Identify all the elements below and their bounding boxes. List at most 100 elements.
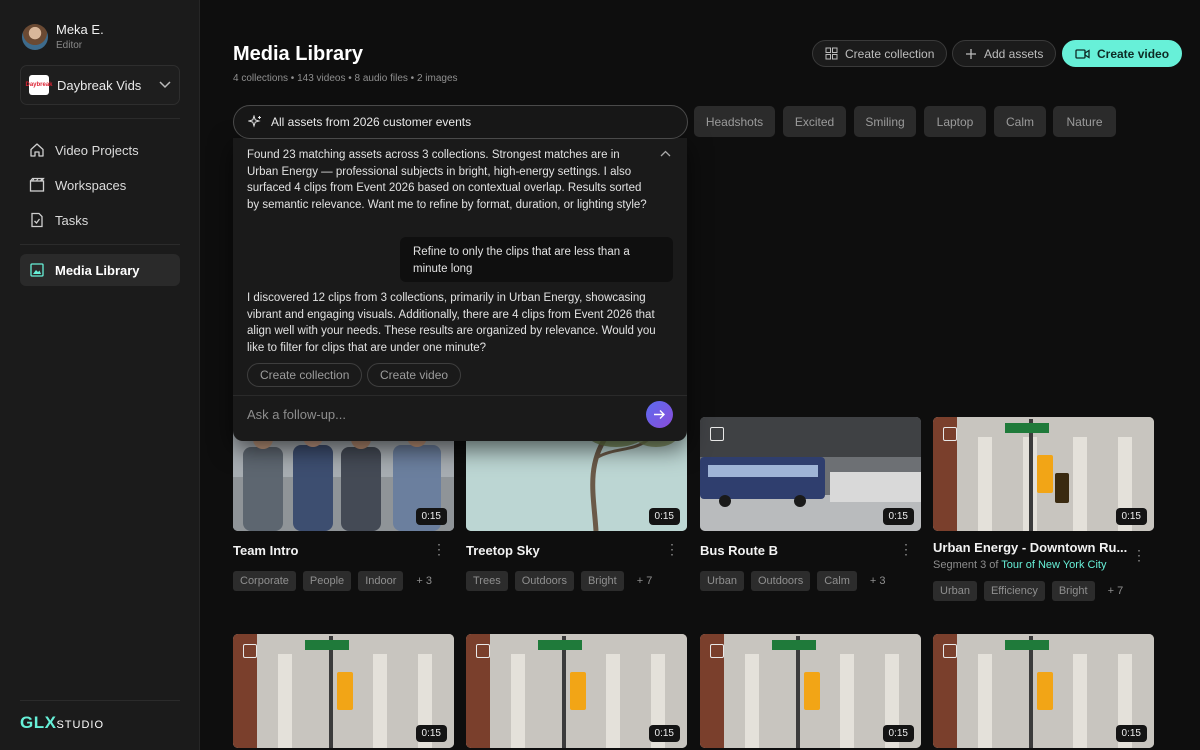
tag[interactable]: Bright [1051,581,1095,601]
filter-chip-nature[interactable]: Nature [1053,106,1116,137]
duration-badge: 0:15 [648,508,680,525]
ai-response: I discovered 12 clips from 3 collections… [247,292,656,354]
create-video-button[interactable]: Create video [1062,40,1183,67]
brand-logo: GLXSTUDIO [20,713,105,732]
tag[interactable]: Urban [933,581,977,601]
more-options-icon[interactable]: ⋮ [899,542,913,556]
button-label: Create video [1097,46,1170,61]
arrow-right-icon [654,410,665,419]
create-collection-button[interactable]: Create collection [812,40,948,67]
tag[interactable]: Outdoors [750,571,811,591]
ai-create-video-button[interactable]: Create video [367,363,462,387]
nav-label: Media Library [55,262,140,278]
grid-icon [825,47,838,60]
more-tags[interactable]: + 3 [416,571,432,591]
media-card[interactable]: 0:15 [466,634,687,748]
more-tags[interactable]: + 3 [870,571,886,591]
tag[interactable]: Outdoors [514,571,574,591]
nav-item-media-library[interactable]: Media Library [20,254,180,286]
select-checkbox[interactable] [710,644,724,658]
select-checkbox[interactable] [243,644,257,658]
select-checkbox[interactable] [943,644,957,658]
filter-chip-headshots[interactable]: Headshots [694,106,775,137]
nav-label: Tasks [55,212,89,228]
duration-badge: 0:15 [882,725,914,742]
tag[interactable]: Indoor [358,571,404,591]
duration-badge: 0:15 [415,508,447,525]
user-role: Editor [56,40,83,51]
task-doc-icon [28,211,46,229]
collection-link[interactable]: Tour of New York City [1001,559,1106,571]
plus-icon [965,48,977,60]
divider [233,395,687,396]
nav-item-video-projects[interactable]: Video Projects [20,134,180,166]
image-icon [28,261,46,279]
video-thumbnail[interactable]: 0:15 [233,634,454,748]
media-card[interactable]: 0:15 [700,634,921,748]
send-button[interactable] [646,401,673,428]
select-checkbox[interactable] [943,427,957,441]
duration-badge: 0:15 [882,508,914,525]
tag[interactable]: Urban [700,571,744,591]
button-label: Create collection [845,46,935,61]
clapperboard-icon [28,176,46,194]
video-thumbnail[interactable]: 0:15 [700,417,921,531]
page-title: Media Library [233,43,364,65]
duration-badge: 0:15 [648,725,680,742]
tag-list: Urban Outdoors Calm + 3 [700,571,886,591]
nav-item-tasks[interactable]: Tasks [20,204,180,236]
tag[interactable]: People [302,571,352,591]
filter-chip-calm[interactable]: Calm [994,106,1046,137]
tag[interactable]: Bright [580,571,624,591]
follow-up-input[interactable] [247,404,627,424]
user-message: Refine to only the clips that are less t… [400,237,673,282]
more-options-icon[interactable]: ⋮ [665,542,679,556]
avatar [22,23,48,50]
video-thumbnail[interactable]: 0:15 [700,634,921,748]
card-title: Treetop Sky [466,543,540,558]
tag[interactable]: Trees [466,571,508,591]
chevron-up-icon[interactable] [660,150,671,157]
select-checkbox[interactable] [476,644,490,658]
more-tags[interactable]: + 7 [1108,581,1124,601]
nav-label: Workspaces [55,177,127,193]
user-name: Meka E. [56,22,104,37]
duration-badge: 0:15 [1115,725,1147,742]
more-options-icon[interactable]: ⋮ [1132,548,1146,562]
workspace-name: Daybreak Vids [57,77,142,93]
segment-info: Segment 3 of Tour of New York City [933,559,1107,571]
ai-search-bar[interactable]: All assets from 2026 customer events [233,105,688,139]
more-options-icon[interactable]: ⋮ [432,542,446,556]
add-assets-button[interactable]: Add assets [952,40,1057,67]
divider [20,700,180,701]
filter-chip-smiling[interactable]: Smiling [854,106,916,137]
divider [20,118,180,119]
nav-label: Video Projects [55,142,139,158]
tag[interactable]: Corporate [233,571,296,591]
nav-item-workspaces[interactable]: Workspaces [20,169,180,201]
video-thumbnail[interactable]: 0:15 [466,634,687,748]
ai-create-collection-button[interactable]: Create collection [247,363,363,387]
media-card[interactable]: 0:15 [233,634,454,748]
workspace-selector[interactable]: Daybreak Daybreak Vids [20,65,180,105]
page-subtitle: 4 collections • 143 videos • 8 audio fil… [233,73,458,84]
filter-chip-laptop[interactable]: Laptop [924,106,986,137]
media-card[interactable]: 0:15 [933,634,1154,748]
tag[interactable]: Efficiency [983,581,1045,601]
tag-list: Corporate People Indoor + 3 [233,571,432,591]
card-title: Urban Energy - Downtown Ru... [933,540,1128,555]
user-profile[interactable]: Meka E. Editor [22,22,104,51]
tag-list: Urban Efficiency Bright + 7 [933,581,1123,601]
sidebar: Meka E. Editor Daybreak Daybreak Vids Vi… [0,0,200,750]
chevron-down-icon [159,81,171,89]
filter-chip-excited[interactable]: Excited [783,106,846,137]
more-tags[interactable]: + 7 [637,571,653,591]
select-checkbox[interactable] [710,427,724,441]
video-thumbnail[interactable]: 0:15 [933,417,1154,531]
duration-badge: 0:15 [415,725,447,742]
media-card[interactable]: 0:15 Urban Energy - Downtown Ru... ⋮ Seg… [933,417,1154,601]
video-thumbnail[interactable]: 0:15 [933,634,1154,748]
tag[interactable]: Calm [817,571,857,591]
ai-query-text: All assets from 2026 customer events [271,115,472,129]
media-card[interactable]: 0:15 Bus Route B ⋮ Urban Outdoors Calm +… [700,417,921,591]
